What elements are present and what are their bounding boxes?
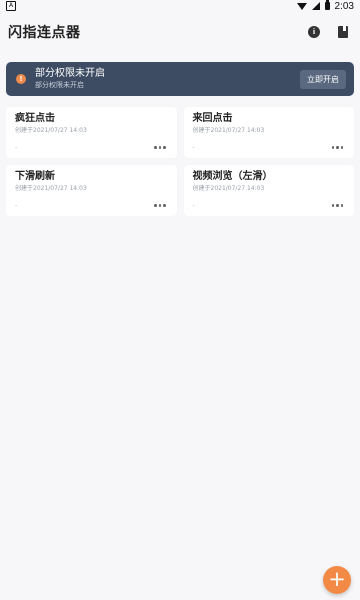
card-tag: - <box>192 202 195 209</box>
permission-banner: ! 部分权限未开启 部分权限未开启 立即开启 <box>6 62 354 96</box>
script-grid: 疯狂点击 创建于2021/07/27 14:03 - 来回点击 创建于2021/… <box>6 107 354 216</box>
card-tag: - <box>15 144 18 151</box>
card-title: 来回点击 <box>192 113 233 124</box>
app-bar: 闪指连点器 i <box>0 16 360 48</box>
more-icon[interactable] <box>330 144 346 151</box>
battery-icon <box>324 0 330 10</box>
card-title: 疯狂点击 <box>15 113 55 124</box>
script-card[interactable]: 来回点击 创建于2021/07/27 14:03 - <box>183 107 354 158</box>
page-title: 闪指连点器 <box>8 25 81 41</box>
add-script-button[interactable]: + <box>323 566 351 594</box>
card-tag: - <box>192 144 195 151</box>
card-date: 创建于2021/07/27 14:03 <box>192 185 265 192</box>
card-tag: - <box>15 202 18 209</box>
wifi-icon <box>296 2 307 10</box>
card-date: 创建于2021/07/27 14:03 <box>192 127 265 134</box>
card-date: 创建于2021/07/27 14:03 <box>15 185 87 192</box>
info-icon[interactable]: i <box>308 26 320 38</box>
script-card[interactable]: 视频浏览（左滑） 创建于2021/07/27 14:03 - <box>183 165 354 216</box>
status-bar: A 2:03 <box>0 0 360 12</box>
banner-title: 部分权限未开启 <box>35 68 105 79</box>
signal-icon <box>311 2 320 10</box>
card-title: 下滑刷新 <box>15 171 55 182</box>
book-icon[interactable] <box>338 26 348 38</box>
more-icon[interactable] <box>330 202 346 209</box>
card-title: 视频浏览（左滑） <box>192 171 273 182</box>
card-date: 创建于2021/07/27 14:03 <box>15 127 87 134</box>
more-icon[interactable] <box>152 144 168 151</box>
warning-icon: ! <box>16 74 26 84</box>
status-time: 2:03 <box>334 0 354 12</box>
script-card[interactable]: 疯狂点击 创建于2021/07/27 14:03 - <box>6 107 177 158</box>
more-icon[interactable] <box>152 202 168 209</box>
enable-now-button[interactable]: 立即开启 <box>300 69 346 89</box>
script-card[interactable]: 下滑刷新 创建于2021/07/27 14:03 - <box>6 165 177 216</box>
banner-subtitle: 部分权限未开启 <box>35 81 84 89</box>
app-notification-icon: A <box>6 1 16 11</box>
